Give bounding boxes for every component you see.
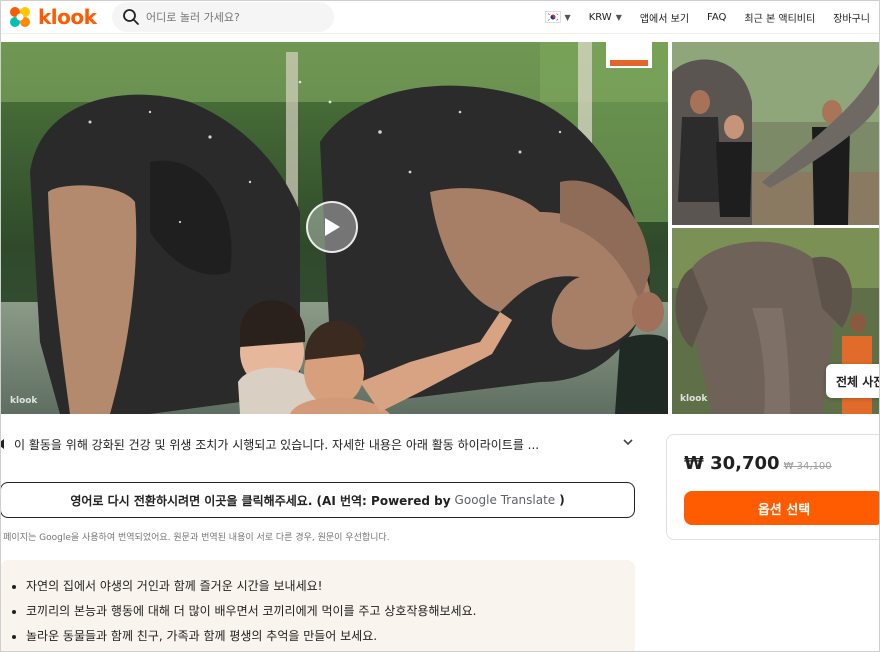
side-photo-watermark: klook (680, 394, 708, 404)
cart-link[interactable]: 장바구니 (833, 10, 870, 25)
play-video-button[interactable] (306, 201, 358, 253)
view-all-photos-button[interactable]: 전체 사진 보기 (826, 364, 880, 398)
safety-notice-text: 이 활동을 위해 강화된 건강 및 위생 조치가 시행되고 있습니다. 자세한 … (14, 437, 540, 452)
highlight-item: 놀라운 동물들과 함께 친구, 가족과 함께 평생의 추억을 만들어 보세요. (26, 624, 635, 649)
currency-selector[interactable]: KRW ▼ (589, 12, 622, 23)
elephant-feeding-photo (672, 42, 880, 225)
price-display: ₩ 30,700 ₩ 34,100 (684, 453, 832, 474)
switch-to-english-button[interactable]: 영어로 다시 전환하시려면 이곳을 클릭해주세요. (AI 번역: Powere… (0, 482, 635, 518)
klook-logo-icon (10, 7, 30, 27)
translate-label: 영어로 다시 전환하시려면 이곳을 클릭해주세요. (AI 번역: Powere… (70, 493, 451, 508)
highlight-item: 코끼리의 본능과 행동에 대해 더 많이 배우면서 코끼리에게 먹이를 주고 상… (26, 599, 635, 624)
translate-suffix: ) (559, 493, 565, 507)
play-icon (325, 218, 340, 236)
side-photo-feeding[interactable] (672, 42, 880, 225)
speaker-icon (0, 439, 4, 449)
search-input[interactable] (146, 10, 326, 24)
header-nav: ▼ KRW ▼ 앱에서 보기 FAQ 최근 본 액티비티 장바구니 (527, 0, 870, 34)
currency-label: KRW (588, 11, 612, 23)
chevron-down-icon: ▼ (615, 12, 622, 22)
main-photo[interactable]: klook (0, 42, 668, 414)
safety-notice[interactable]: 이 활동을 위해 강화된 건강 및 위생 조치가 시행되고 있습니다. 자세한 … (0, 434, 640, 454)
google-translate-logo: Google Translate (455, 493, 556, 507)
highlights-list: 자연의 집에서 야생의 거인과 함께 즐거운 시간을 보내세요! 코끼리의 본능… (12, 574, 635, 649)
korea-flag-icon (544, 11, 561, 23)
translate-wordmark: Translate (500, 493, 556, 507)
booking-card: ₩ 30,700 ₩ 34,100 옵션 선택 (666, 434, 880, 540)
current-price: ₩ 30,700 (684, 453, 780, 474)
activity-highlights: 자연의 집에서 야생의 거인과 함께 즐거운 시간을 보내세요! 코끼리의 본능… (0, 560, 635, 652)
recently-viewed-link[interactable]: 최근 본 액티비티 (744, 10, 815, 25)
search-icon (123, 9, 139, 25)
main-photo-watermark: klook (10, 396, 38, 406)
translation-disclaimer: 이 페이지는 Google을 사용하여 번역되었어요. 원문과 번역된 내용이 … (0, 533, 390, 543)
search-bar[interactable] (112, 2, 334, 32)
open-in-app-link[interactable]: 앱에서 보기 (640, 10, 689, 25)
language-selector[interactable]: ▼ (544, 11, 571, 23)
original-price: ₩ 34,100 (783, 461, 832, 472)
google-wordmark: Google (454, 493, 497, 507)
brand-name: klook (38, 5, 97, 29)
faq-link[interactable]: FAQ (707, 12, 726, 23)
photo-gallery: klook klook 전체 사진 (0, 42, 880, 414)
chevron-down-icon: ▼ (564, 12, 571, 22)
chevron-down-icon[interactable] (622, 436, 634, 448)
highlight-item: 자연의 집에서 야생의 거인과 함께 즐거운 시간을 보내세요! (26, 574, 635, 599)
klook-logo[interactable]: klook (6, 4, 97, 30)
top-header: klook ▼ KRW ▼ 앱에서 보기 FAQ 최근 본 액티비티 장바구니 (0, 0, 880, 34)
select-options-button[interactable]: 옵션 선택 (684, 491, 880, 525)
